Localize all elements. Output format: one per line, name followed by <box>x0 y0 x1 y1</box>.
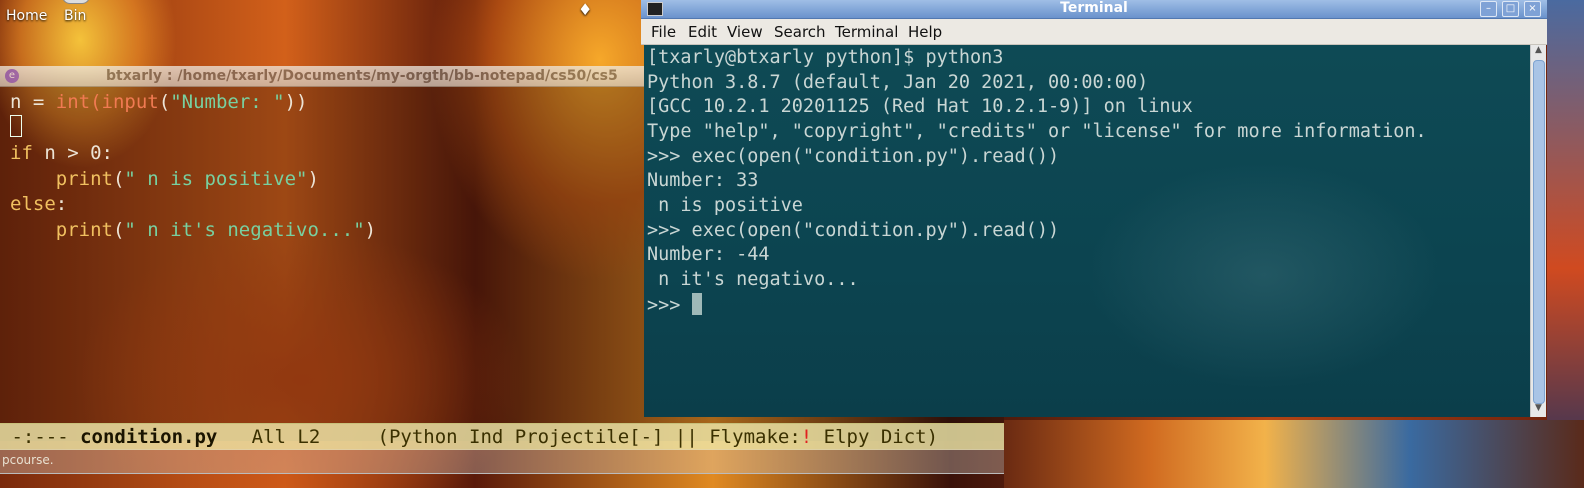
terminal-line: Python 3.8.7 (default, Jan 20 2021, 00:0… <box>647 72 1149 93</box>
home-icon-label: Home <box>6 8 48 24</box>
code-token: ( <box>112 168 125 190</box>
terminal-line: Number: 33 <box>647 170 759 191</box>
code-line-1: n = int(input("Number: ")) <box>10 90 307 116</box>
menu-view[interactable]: View <box>727 23 763 41</box>
code-token: " n is positive" <box>124 168 308 190</box>
terminal-line: [GCC 10.2.1 20201125 (Red Hat 10.2.1-9)]… <box>647 96 1193 117</box>
code-token: if <box>10 142 33 164</box>
menu-file[interactable]: File <box>651 23 676 41</box>
code-token: ) <box>364 219 377 241</box>
code-token: ) <box>307 168 319 190</box>
code-token: ( <box>90 91 102 113</box>
code-token: n > 0: <box>32 142 113 164</box>
modeline-status: -:--- <box>0 426 81 448</box>
scroll-down-arrow-icon[interactable]: ▼ <box>1531 403 1546 417</box>
terminal-output[interactable]: [txarly@btxarly python]$ python3 Python … <box>644 45 1530 417</box>
terminal-line: >>> exec(open("condition.py").read()) <box>647 146 1060 167</box>
code-token: print <box>55 219 113 241</box>
code-token: ( <box>158 91 171 113</box>
close-button[interactable]: × <box>1524 1 1541 17</box>
maximize-button[interactable]: □ <box>1502 1 1519 17</box>
code-token: )) <box>284 91 308 113</box>
code-token: print <box>55 168 113 190</box>
terminal-line: Number: -44 <box>647 244 770 265</box>
terminal-line: n it's negativo... <box>647 269 859 290</box>
modeline-filename: condition.py <box>80 426 218 448</box>
code-line-3: if n > 0: <box>10 141 113 167</box>
terminal-window: Terminal – □ × File Edit View Search Ter… <box>641 0 1547 420</box>
code-token: n = <box>10 91 56 113</box>
terminal-title: Terminal <box>1060 0 1128 16</box>
minimize-button[interactable]: – <box>1480 1 1497 17</box>
terminal-prompt: >>> <box>647 295 692 316</box>
minibuffer-text: pcourse. <box>2 453 54 467</box>
wallpaper-bottom <box>1004 420 1584 488</box>
menu-search[interactable]: Search <box>774 23 826 41</box>
scroll-up-arrow-icon[interactable]: ▲ <box>1531 45 1546 59</box>
code-token: int <box>55 91 91 113</box>
terminal-line: n is positive <box>647 195 803 216</box>
code-token: input <box>101 91 159 113</box>
emacs-modeline: -:--- condition.py All L2 (Python Ind Pr… <box>0 423 1004 450</box>
code-token: ( <box>112 219 125 241</box>
emacs-logo-icon: e <box>5 69 19 83</box>
wallpaper-edge <box>1547 0 1584 488</box>
code-token: : <box>55 193 68 215</box>
text-cursor <box>10 115 22 137</box>
code-token: else <box>10 193 56 215</box>
modeline-position: All L2 <box>217 426 378 448</box>
bin-icon-label: Bin <box>64 8 87 24</box>
code-token: "Number: " <box>170 91 285 113</box>
code-line-6: print(" n it's negativo...") <box>10 218 376 244</box>
emacs-title: btxarly : /home/txarly/Documents/my-orgt… <box>106 68 618 84</box>
menu-help[interactable]: Help <box>908 23 942 41</box>
menu-edit[interactable]: Edit <box>688 23 717 41</box>
terminal-line: Type "help", "copyright", "credits" or "… <box>647 121 1427 142</box>
desktop-icon-bin[interactable]: Bin <box>64 8 86 24</box>
menu-terminal[interactable]: Terminal <box>835 23 898 41</box>
code-line-5: else: <box>10 192 67 218</box>
trash-icon <box>62 0 90 4</box>
modeline-modes-tail[interactable]: Elpy Dict) <box>812 426 938 448</box>
emacs-minibuffer[interactable]: pcourse. <box>0 449 1006 474</box>
terminal-menubar: File Edit View Search Terminal Help <box>641 19 1547 45</box>
modeline-modes[interactable]: (Python Ind Projectile[-] || Flymake: <box>378 426 801 448</box>
lamp-icon: ♦ <box>578 0 593 19</box>
terminal-line: >>> exec(open("condition.py").read()) <box>647 220 1060 241</box>
code-token: " n it's negativo..." <box>124 219 365 241</box>
scrollbar-thumb[interactable] <box>1533 60 1545 404</box>
desktop-icon-home[interactable]: Home <box>0 8 47 24</box>
terminal-scrollbar[interactable]: ▲ ▼ <box>1530 45 1546 417</box>
terminal-prompt-line: >>> <box>647 293 702 319</box>
code-line-4: print(" n is positive") <box>10 167 319 193</box>
code-line-2 <box>10 115 22 141</box>
terminal-cursor <box>691 293 702 315</box>
terminal-titlebar[interactable]: Terminal – □ × <box>641 0 1547 19</box>
flymake-warning-flag[interactable]: ! <box>801 426 812 448</box>
terminal-line: [txarly@btxarly python]$ python3 <box>647 47 1004 68</box>
